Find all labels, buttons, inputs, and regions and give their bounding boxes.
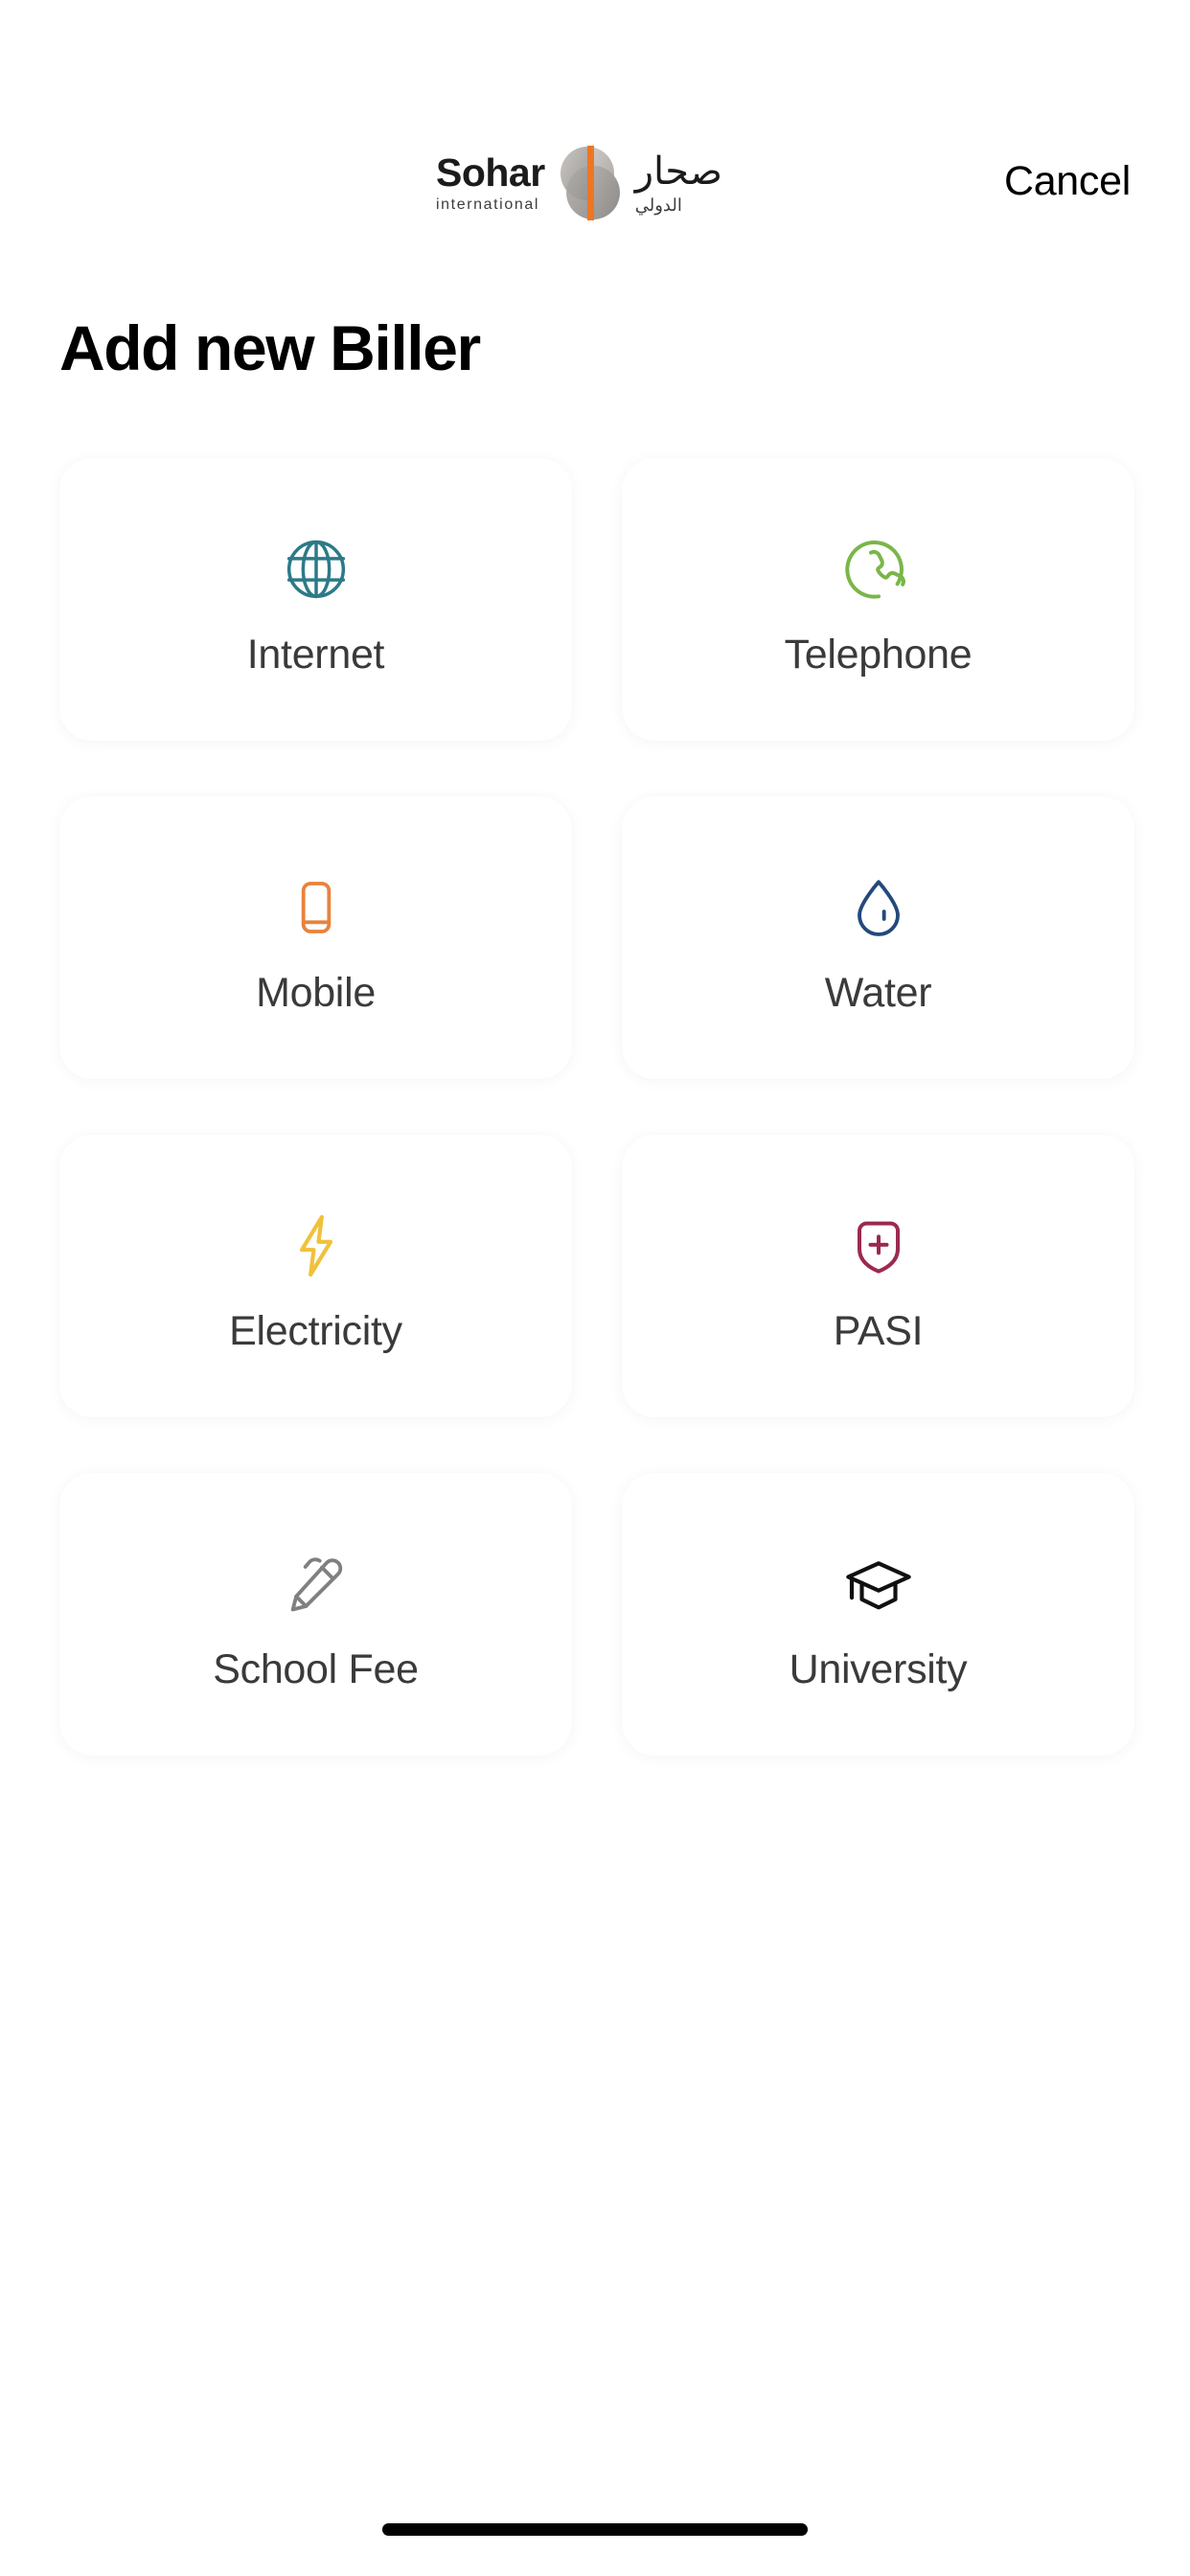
biller-label: University — [789, 1646, 968, 1692]
biller-label: PASI — [833, 1308, 924, 1354]
biller-label: Telephone — [784, 632, 973, 678]
home-indicator-bar[interactable] — [382, 2523, 808, 2536]
sohar-international-logo: Sohar international صحار الدولي — [436, 142, 722, 224]
biller-category-grid: Internet Telephone Mobile Water Electric… — [0, 458, 1190, 1756]
biller-card-water[interactable]: Water — [622, 796, 1134, 1079]
logo-latin-text: Sohar international — [436, 153, 545, 213]
biller-card-mobile[interactable]: Mobile — [59, 796, 572, 1079]
logo-arabic-sub: الدولي — [634, 196, 682, 215]
logo-latin-main: Sohar — [436, 150, 545, 195]
biller-card-school-fee[interactable]: School Fee — [59, 1473, 572, 1756]
cancel-button[interactable]: Cancel — [1004, 158, 1131, 205]
biller-label: Internet — [246, 632, 385, 678]
biller-label: Electricity — [229, 1308, 402, 1354]
biller-label: Water — [824, 970, 932, 1016]
graduation-cap-icon — [840, 1538, 917, 1630]
globe-icon — [278, 523, 355, 615]
water-droplet-icon — [840, 862, 917, 954]
mobile-phone-icon — [278, 862, 355, 954]
biller-card-internet[interactable]: Internet — [59, 458, 572, 741]
pencil-icon — [278, 1538, 355, 1630]
sohar-split-circle-logo-mark-icon — [555, 143, 626, 223]
biller-card-telephone[interactable]: Telephone — [622, 458, 1134, 741]
biller-label: School Fee — [213, 1646, 419, 1692]
shield-plus-icon — [840, 1200, 917, 1292]
biller-card-university[interactable]: University — [622, 1473, 1134, 1756]
biller-label: Mobile — [256, 970, 376, 1016]
lightning-bolt-icon — [278, 1200, 355, 1292]
phone-handset-circle-icon — [840, 523, 917, 615]
logo-latin-sub: international — [436, 196, 539, 213]
logo-arabic-main: صحار — [634, 150, 722, 193]
add-biller-screen: Sohar international صحار الدولي Cancel A… — [0, 0, 1190, 2576]
logo-arabic-text: صحار الدولي — [635, 152, 722, 214]
app-header: Sohar international صحار الدولي Cancel — [0, 0, 1190, 268]
biller-card-electricity[interactable]: Electricity — [59, 1135, 572, 1417]
page-title: Add new Biller — [59, 312, 481, 383]
biller-card-pasi[interactable]: PASI — [622, 1135, 1134, 1417]
